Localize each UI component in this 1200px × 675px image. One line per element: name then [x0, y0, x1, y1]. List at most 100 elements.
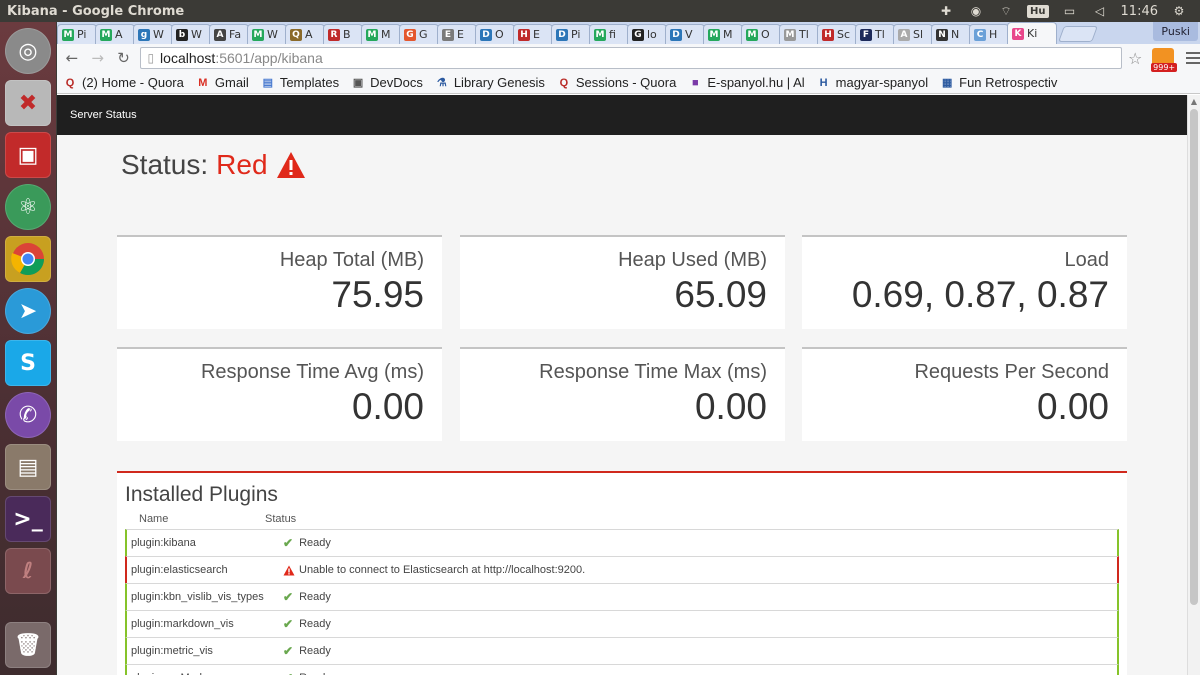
- reload-icon[interactable]: ↻: [113, 47, 135, 69]
- browser-tab[interactable]: EE: [437, 24, 477, 44]
- clock[interactable]: 11:46: [1121, 4, 1158, 19]
- chrome-tray-icon[interactable]: ◉: [967, 3, 985, 19]
- browser-tab[interactable]: DO: [475, 24, 515, 44]
- server-status-link[interactable]: Server Status: [70, 109, 137, 121]
- plugin-name: plugin:elasticsearch: [131, 564, 228, 576]
- browser-tab[interactable]: MM: [703, 24, 743, 44]
- app-icon[interactable]: ▣: [5, 132, 51, 178]
- tab-label: A: [305, 28, 313, 41]
- bookmark-item[interactable]: Q (2) Home - Quora: [63, 75, 184, 90]
- browser-tab[interactable]: MA: [95, 24, 135, 44]
- browser-tab[interactable]: RB: [323, 24, 363, 44]
- ubuntu-icon[interactable]: ◎: [5, 28, 51, 74]
- browser-tab[interactable]: A Sl: [893, 24, 933, 44]
- new-tab-button[interactable]: [1058, 26, 1098, 42]
- bookmark-favicon-icon: ▤: [262, 77, 274, 89]
- browser-tab[interactable]: H Sc: [817, 24, 857, 44]
- browser-tab[interactable]: MW: [247, 24, 287, 44]
- browser-tab[interactable]: K Ki: [1007, 22, 1057, 44]
- bookmark-favicon-icon: Q: [559, 76, 569, 89]
- plugin-status-text: Ready: [299, 537, 331, 549]
- browser-tab[interactable]: M Tl: [779, 24, 819, 44]
- bookmark-label: (2) Home - Quora: [82, 75, 184, 90]
- browser-tab[interactable]: bW: [171, 24, 211, 44]
- settings-icon[interactable]: ✖: [5, 80, 51, 126]
- browser-tab[interactable]: GG: [399, 24, 439, 44]
- scrollbar-thumb[interactable]: [1190, 109, 1198, 605]
- plugin-status: ✔Ready: [283, 671, 331, 675]
- tab-label: Tl: [799, 28, 809, 41]
- tab-favicon-icon: A: [214, 28, 226, 41]
- address-bar[interactable]: ▯ localhost:5601/app/kibana: [140, 47, 1122, 69]
- trash-icon[interactable]: 🗑: [5, 622, 51, 668]
- browser-tab[interactable]: gW: [133, 24, 173, 44]
- wifi-icon[interactable]: ⌔: [997, 3, 1015, 19]
- browser-tab[interactable]: QA: [285, 24, 325, 44]
- plugin-status-text: Ready: [299, 645, 331, 657]
- scroll-up-icon[interactable]: ▲: [1188, 95, 1200, 108]
- browser-tab[interactable]: Glo: [627, 24, 667, 44]
- kibana-page: Server Status Status: Red Heap Total (MB…: [57, 95, 1187, 675]
- tab-favicon-icon: A: [898, 28, 910, 41]
- system-tray: ✚ ◉ ⌔ Hu ▭ ◁ 11:46 ⚙: [937, 3, 1200, 19]
- files-icon[interactable]: ▤: [5, 444, 51, 490]
- tab-favicon-icon: M: [594, 28, 606, 41]
- tab-label: Tl: [875, 28, 885, 41]
- bookmark-favicon-icon: H: [819, 76, 828, 89]
- bookmark-item[interactable]: ▤ Templates: [261, 75, 339, 90]
- viber-icon[interactable]: ✆: [5, 392, 51, 438]
- bookmark-item[interactable]: Q Sessions - Quora: [557, 75, 677, 90]
- rss-extension-icon[interactable]: 999+: [1151, 48, 1178, 72]
- skype-icon[interactable]: S: [5, 340, 51, 386]
- bookmark-item[interactable]: ■ E-spanyol.hu | Al: [688, 75, 805, 90]
- plugin-status-text: Ready: [299, 591, 331, 603]
- browser-tab[interactable]: M Pi: [57, 24, 97, 44]
- atom-icon[interactable]: ⚛: [5, 184, 51, 230]
- browser-tab[interactable]: CH: [969, 24, 1009, 44]
- tab-favicon-icon: M: [252, 28, 264, 41]
- back-icon[interactable]: ←: [61, 47, 83, 69]
- browser-tab[interactable]: DV: [665, 24, 705, 44]
- bookmark-item[interactable]: ▣ DevDocs: [351, 75, 423, 90]
- table-row: plugin:elasticsearch Unable to connect to…: [125, 556, 1119, 584]
- browser-tab[interactable]: F Tl: [855, 24, 895, 44]
- tab-label: V: [685, 28, 693, 41]
- browser-tab[interactable]: A Fa: [209, 24, 249, 44]
- tab-favicon-icon: N: [936, 28, 948, 41]
- metric-value: 75.95: [331, 274, 424, 315]
- bookmark-item[interactable]: Hmagyar-spanyol: [817, 75, 928, 90]
- bookmark-item[interactable]: ⚗ Library Genesis: [435, 75, 545, 90]
- keyboard-layout-indicator[interactable]: Hu: [1027, 4, 1049, 18]
- gear-icon[interactable]: ⚙: [1170, 3, 1188, 19]
- metric-card: Load 0.69, 0.87, 0.87: [802, 235, 1127, 329]
- plugin-status-text: Unable to connect to Elasticsearch at ht…: [299, 564, 586, 576]
- bookmark-item[interactable]: ▦ Fun Retrospectiv: [940, 75, 1057, 90]
- chrome-menu-icon[interactable]: [1186, 52, 1200, 64]
- browser-window: M Pi M Ag Wb W A Fa M W Q A R B M M G G E E D O H E D Pi Mfi Glo D V M…: [57, 22, 1200, 675]
- browser-tab[interactable]: MO: [741, 24, 781, 44]
- tab-favicon-icon: G: [632, 28, 644, 41]
- bookmark-item[interactable]: M Gmail: [196, 75, 249, 90]
- terminal-icon[interactable]: >_: [5, 496, 51, 542]
- dropbox-icon[interactable]: ✚: [937, 3, 955, 19]
- table-row: plugin:spyModes✔Ready: [125, 664, 1119, 675]
- browser-tab[interactable]: Mfi: [589, 24, 629, 44]
- bookmark-star-icon[interactable]: ☆: [1128, 49, 1142, 68]
- app-icon[interactable]: ℓ: [5, 548, 51, 594]
- browser-tab[interactable]: MM: [361, 24, 401, 44]
- telegram-icon[interactable]: ➤: [5, 288, 51, 334]
- browser-tab[interactable]: NN: [931, 24, 971, 44]
- battery-icon[interactable]: ▭: [1061, 3, 1079, 19]
- status-label: Status:: [121, 149, 209, 180]
- browser-tab[interactable]: D Pi: [551, 24, 591, 44]
- tab-label: Fa: [229, 28, 242, 41]
- metric-card: Heap Used (MB) 65.09: [460, 235, 785, 329]
- volume-icon[interactable]: ◁: [1091, 3, 1109, 19]
- profile-button[interactable]: Puski: [1153, 22, 1198, 41]
- tab-label: G: [419, 28, 428, 41]
- page-scrollbar[interactable]: ▲: [1187, 95, 1200, 675]
- browser-tab[interactable]: HE: [513, 24, 553, 44]
- chrome-icon[interactable]: [5, 236, 51, 282]
- forward-icon[interactable]: →: [87, 47, 109, 69]
- plugin-status: ✔Ready: [283, 644, 331, 658]
